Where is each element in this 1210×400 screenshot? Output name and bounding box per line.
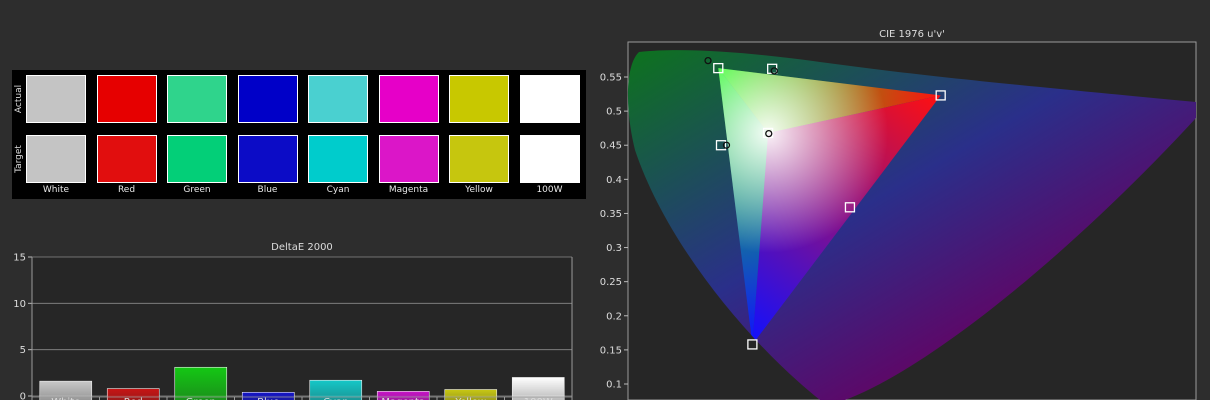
swatch-name-magenta: Magenta <box>388 185 429 195</box>
cie-ytick-label: 0.2 <box>606 311 622 322</box>
swatch-target-cyan <box>308 135 368 183</box>
swatch-target-red <box>96 135 157 183</box>
deltae-ytick-label: 15 <box>13 253 26 264</box>
swatch-target-magenta <box>378 135 439 183</box>
cie-ytick-label: 0.3 <box>606 243 622 254</box>
swatch-actual-red <box>96 75 157 123</box>
swatch-name-100w: 100W <box>536 185 563 195</box>
swatch-target-blue <box>237 135 298 183</box>
swatch-target-green <box>167 135 227 183</box>
swatch-name-yellow: Yellow <box>465 185 493 195</box>
swatch-actual-blue <box>237 75 298 123</box>
deltae-ytick-label: 5 <box>20 345 26 356</box>
swatch-actual-magenta <box>378 75 439 123</box>
cie-ytick-label: 0.5 <box>606 107 622 118</box>
deltae-chart: 051015WhiteRedGreenBlueCyanMagentaYellow… <box>13 253 573 400</box>
row-label-actual: Actual <box>14 84 24 114</box>
swatch-name-green: Green <box>183 185 211 195</box>
swatch-target-white <box>26 135 86 183</box>
deltae-ytick-label: 10 <box>13 299 26 310</box>
swatch-name-red: Red <box>117 185 136 195</box>
swatch-target-yellow <box>449 135 509 183</box>
cie-ytick-label: 0.35 <box>600 209 622 220</box>
swatch-actual-cyan <box>308 75 368 123</box>
cie-ytick-label: 0.25 <box>600 277 622 288</box>
swatch-actual-yellow <box>449 75 509 123</box>
cie-title: CIE 1976 u'v' <box>879 29 945 40</box>
cie-ytick-label: 0.45 <box>600 141 622 152</box>
swatch-actual-100w <box>519 75 580 123</box>
swatch-name-cyan: Cyan <box>326 185 350 195</box>
row-label-target: Target <box>14 145 24 173</box>
cie-ytick-label: 0.1 <box>606 380 622 391</box>
swatch-target-100w <box>519 135 580 183</box>
deltae-plot-area <box>32 257 572 400</box>
cie-ytick-label: 0.15 <box>600 345 622 356</box>
swatch-actual-green <box>167 75 227 123</box>
swatch-actual-white <box>26 75 86 123</box>
swatch-panel: Actual Target White Red Green Blue Cyan Magen… <box>12 70 586 199</box>
cie-ytick-label: 0.4 <box>606 175 622 186</box>
deltae-bar <box>174 366 228 400</box>
swatch-name-blue: Blue <box>257 185 278 195</box>
cie-ytick-label: 0.55 <box>600 73 622 84</box>
deltae-ytick-label: 0 <box>20 392 26 400</box>
cie-chart: 0.1 0.15 0.2 0.25 0.3 0.35 0.4 0.45 0.5 0.55 <box>600 41 1197 400</box>
swatch-name-white: White <box>42 185 70 195</box>
